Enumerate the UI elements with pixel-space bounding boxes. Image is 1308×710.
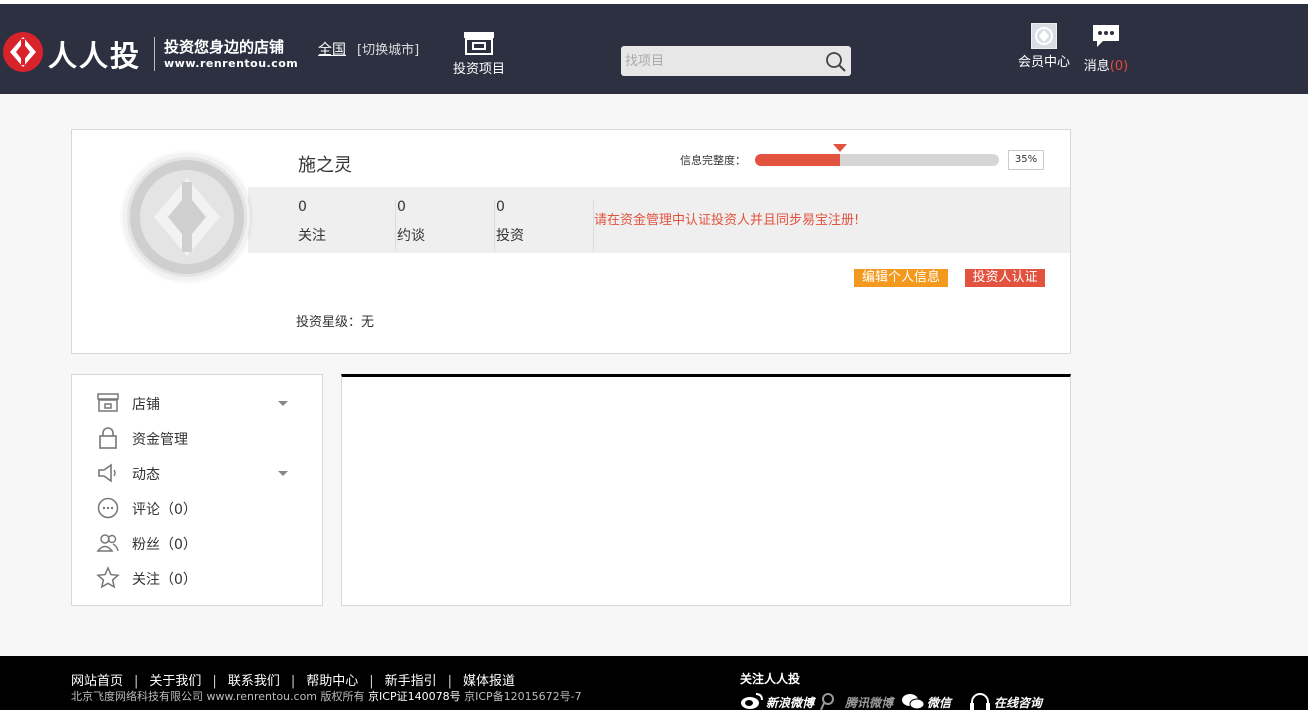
stat-invest-label: 投资 [496, 228, 524, 244]
footer-separator: | [212, 674, 217, 689]
avatar[interactable] [124, 154, 250, 280]
social-tencent-label: 腾讯微博 [845, 696, 894, 710]
sidebar-item-label: 评论（0） [132, 502, 197, 518]
profile-card: 0 关注 0 约谈 0 投资 请在资金管理中认证投资人并且同步易宝注册! 施之灵… [71, 129, 1071, 354]
avatar-placeholder-icon [1035, 27, 1053, 45]
sidebar-item-funds[interactable]: 资金管理 [96, 425, 296, 451]
nav-invest-label: 投资项目 [452, 62, 505, 77]
weibo-icon [741, 693, 763, 709]
logo-mark-icon [3, 32, 43, 72]
completeness-percent: 35% [1008, 150, 1044, 170]
logo-divider [154, 37, 155, 71]
username: 施之灵 [298, 155, 352, 176]
footer-link-home[interactable]: 网站首页 [71, 674, 123, 689]
stat-follow[interactable]: 0 关注 [298, 199, 396, 251]
lock-icon [99, 427, 117, 449]
footer-separator: | [447, 674, 453, 689]
shop-icon [97, 393, 119, 412]
site-logo[interactable]: 人人投 投资您身边的店铺 www.renrentou.com [2, 29, 302, 79]
footer-separator: | [134, 674, 139, 689]
completeness-marker-icon [833, 144, 847, 152]
fans-icon [96, 534, 119, 552]
message-count: (0) [1109, 59, 1129, 74]
completeness-label: 信息完整度： [680, 154, 746, 167]
footer-link-contact[interactable]: 联系我们 [228, 674, 280, 689]
chevron-down-icon[interactable] [278, 401, 288, 406]
stat-invest[interactable]: 0 投资 [496, 199, 594, 251]
search-box [621, 46, 851, 76]
messages-link[interactable]: 消息(0) [1080, 23, 1132, 74]
star-icon [96, 566, 120, 589]
sidebar-item-follow[interactable]: 关注（0） [96, 565, 296, 591]
social-weibo-label: 新浪微博 [766, 696, 815, 710]
search-input[interactable] [625, 51, 815, 71]
default-avatar-icon [127, 157, 247, 277]
member-center-link[interactable]: 会员中心 [1014, 23, 1074, 70]
member-avatar [1031, 23, 1057, 49]
logo-url: www.renrentou.com [164, 57, 299, 70]
wechat-icon [902, 694, 925, 710]
footer-link-help[interactable]: 帮助中心 [306, 674, 358, 689]
footer-icp-record[interactable]: 京ICP备12015672号-7 [464, 690, 582, 703]
message-bubble-icon [1093, 25, 1119, 47]
switch-city-link[interactable]: [切换城市] [357, 39, 419, 58]
message-label: 消息(0) [1080, 55, 1132, 74]
sidebar-menu: 店铺 资金管理 动态 评论（0） 粉丝（0） 关注（0） [71, 374, 323, 606]
site-header: 人人投 投资您身边的店铺 www.renrentou.com 全国 [切换城市]… [0, 4, 1308, 94]
message-label-text: 消息 [1083, 59, 1110, 74]
tencent-weibo-icon [820, 693, 834, 710]
footer-link-media[interactable]: 媒体报道 [463, 674, 515, 689]
footer-link-guide[interactable]: 新手指引 [385, 674, 437, 689]
sidebar-item-fans[interactable]: 粉丝（0） [96, 530, 296, 556]
social-wechat-label: 微信 [927, 696, 952, 710]
chevron-down-icon[interactable] [278, 471, 288, 476]
sidebar-item-shop[interactable]: 店铺 [96, 390, 296, 416]
sidebar-item-label: 粉丝（0） [132, 537, 197, 553]
stat-invest-value: 0 [496, 199, 505, 215]
footer-copyright: 北京飞度网络科技有限公司 www.renrentou.com 版权所有 京ICP… [71, 688, 582, 704]
investor-verify-button[interactable]: 投资人认证 [965, 269, 1045, 287]
logo-text: 人人投 [48, 39, 142, 73]
stats-band: 0 关注 0 约谈 0 投资 请在资金管理中认证投资人并且同步易宝注册! [248, 187, 1070, 253]
sidebar-item-activity[interactable]: 动态 [96, 460, 296, 486]
completeness-progress-fill [755, 154, 840, 166]
footer-link-about[interactable]: 关于我们 [149, 674, 201, 689]
sidebar-item-label: 店铺 [132, 397, 160, 413]
sidebar-item-label: 资金管理 [132, 432, 188, 448]
member-center-label: 会员中心 [1017, 55, 1070, 70]
current-city-link[interactable]: 全国 [318, 39, 346, 59]
social-consult-label: 在线咨询 [994, 696, 1043, 710]
sidebar-item-comments[interactable]: 评论（0） [96, 495, 296, 521]
stat-follow-value: 0 [298, 199, 307, 215]
verify-notice[interactable]: 请在资金管理中认证投资人并且同步易宝注册! [594, 209, 859, 228]
stat-meeting-value: 0 [397, 199, 406, 215]
search-icon[interactable] [825, 51, 847, 73]
edit-profile-button[interactable]: 编辑个人信息 [854, 269, 948, 287]
stat-follow-label: 关注 [298, 228, 326, 244]
sidebar-item-label: 关注（0） [132, 572, 197, 588]
follow-us-title: 关注人人投 [740, 672, 801, 686]
footer-links: 网站首页 | 关于我们 | 联系我们 | 帮助中心 | 新手指引 | 媒体报道 [71, 670, 515, 689]
sidebar-item-label: 动态 [132, 467, 160, 483]
shop-front-icon [464, 32, 494, 55]
stat-meeting[interactable]: 0 约谈 [397, 199, 495, 251]
headset-icon [970, 693, 990, 710]
footer-company: 北京飞度网络科技有限公司 www.renrentou.com 版权所有 [71, 690, 365, 703]
speaker-icon [98, 463, 116, 483]
footer-icp-license[interactable]: 京ICP证140078号 [368, 690, 461, 703]
completeness-progress [755, 144, 999, 166]
footer-separator: | [369, 674, 374, 689]
investor-star-level: 投资星级：无 [296, 315, 375, 330]
comment-icon [97, 497, 119, 519]
main-content-panel [341, 374, 1071, 606]
stat-meeting-label: 约谈 [397, 228, 425, 244]
nav-invest-projects[interactable]: 投资项目 [448, 30, 510, 77]
footer-separator: | [290, 674, 296, 689]
site-footer: 网站首页 | 关于我们 | 联系我们 | 帮助中心 | 新手指引 | 媒体报道 北京飞度网络科技有限… [0, 656, 1308, 710]
logo-slogan: 投资您身边的店铺 [164, 38, 285, 56]
